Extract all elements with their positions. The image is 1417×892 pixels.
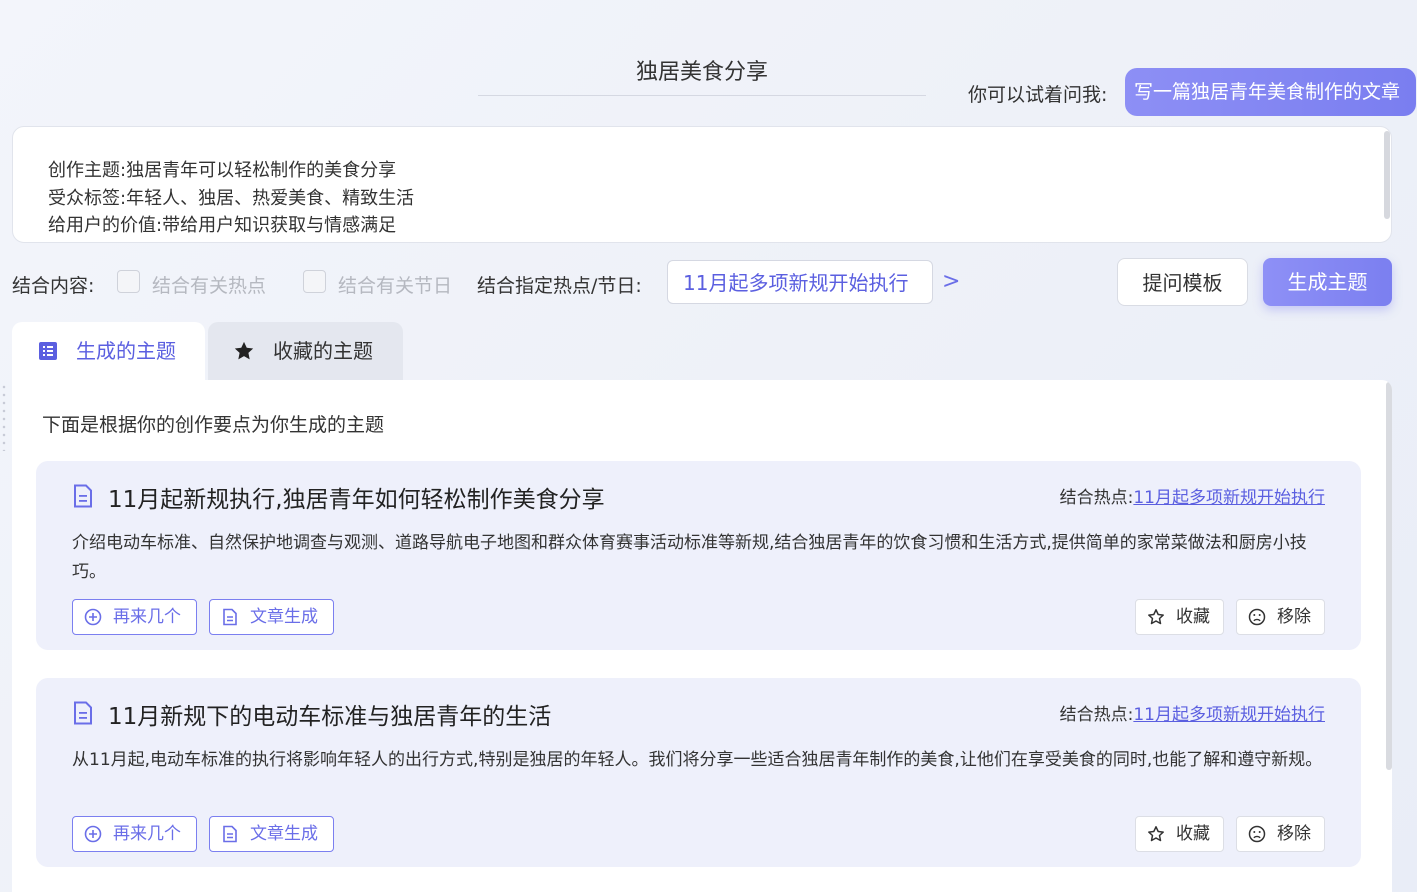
topic-card-hot: 结合热点:11月起多项新规开始执行: [1060, 700, 1325, 725]
prompt-textarea[interactable]: 创作主题:独居青年可以轻松制作的美食分享 受众标签:年轻人、独居、热爱美食、精致…: [12, 126, 1392, 243]
panel-intro-text: 下面是根据你的创作要点为你生成的主题: [42, 414, 385, 436]
topic-card-hot-label: 结合热点:: [1059, 705, 1134, 725]
prompt-scrollbar[interactable]: [1384, 131, 1390, 219]
frown-icon: [1248, 825, 1266, 843]
remove-button[interactable]: 移除: [1236, 599, 1325, 635]
generate-article-label: 文章生成: [250, 824, 318, 844]
prompt-line-value: 给用户的价值:带给用户知识获取与情感满足: [48, 215, 397, 236]
topic-card-hot-link[interactable]: 11月起多项新规开始执行: [1133, 705, 1325, 725]
plus-circle-icon: [84, 608, 102, 626]
favorite-button[interactable]: 收藏: [1135, 816, 1224, 852]
generate-article-button[interactable]: 文章生成: [209, 816, 334, 852]
ask-suggestion-button[interactable]: 写一篇独居青年美食制作的文章: [1125, 68, 1416, 116]
more-topics-label: 再来几个: [113, 607, 181, 627]
tab-generated-topics[interactable]: 生成的主题: [12, 322, 205, 380]
star-outline-icon: [1148, 826, 1164, 842]
topic-card-description: 从11月起,电动车标准的执行将影响年轻人的出行方式,特别是独居的年轻人。我们将分…: [72, 750, 1323, 770]
ask-label: 你可以试着问我:: [968, 84, 1108, 106]
generate-article-label: 文章生成: [250, 607, 318, 627]
favorite-button[interactable]: 收藏: [1135, 599, 1224, 635]
generate-topic-button[interactable]: 生成主题: [1263, 258, 1392, 306]
related-hot-checkbox[interactable]: [117, 270, 140, 293]
remove-label: 移除: [1277, 607, 1311, 627]
tab-favorite-label: 收藏的主题: [273, 339, 373, 363]
tab-favorite-topics[interactable]: 收藏的主题: [208, 322, 403, 380]
chevron-right-icon[interactable]: >: [942, 269, 960, 294]
drag-handle-dots[interactable]: [2, 383, 6, 451]
template-button[interactable]: 提问模板: [1117, 258, 1248, 306]
topic-card-title: 11月新规下的电动车标准与独居青年的生活: [108, 704, 552, 730]
topic-card-hot-link[interactable]: 11月起多项新规开始执行: [1133, 488, 1325, 508]
list-icon: [39, 342, 57, 360]
options-label: 结合内容:: [12, 275, 95, 297]
tab-generated-label: 生成的主题: [76, 339, 176, 363]
topics-panel: 下面是根据你的创作要点为你生成的主题 11月起新规执行,独居青年如何轻松制作美食…: [12, 380, 1392, 892]
remove-button[interactable]: 移除: [1236, 816, 1325, 852]
star-filled-icon: [234, 341, 254, 360]
topic-card-description: 介绍电动车标准、自然保护地调查与观测、道路导航电子地图和群众体育赛事活动标准等新…: [72, 533, 1307, 582]
topic-title[interactable]: 独居美食分享: [478, 52, 926, 96]
generate-article-button[interactable]: 文章生成: [209, 599, 334, 635]
plus-circle-icon: [84, 825, 102, 843]
document-icon: [223, 608, 237, 626]
panel-scrollbar[interactable]: [1386, 382, 1392, 770]
prompt-line-topic: 创作主题:独居青年可以轻松制作的美食分享: [48, 160, 397, 181]
prompt-line-audience: 受众标签:年轻人、独居、热爱美食、精致生活: [48, 187, 415, 209]
specified-hot-input[interactable]: 11月起多项新规开始执行: [667, 260, 933, 304]
document-icon: [74, 484, 92, 508]
topic-card-hot-label: 结合热点:: [1059, 488, 1134, 508]
related-hot-label: 结合有关热点: [152, 275, 267, 297]
topic-card: 11月新规下的电动车标准与独居青年的生活 结合热点:11月起多项新规开始执行 从…: [36, 678, 1361, 867]
more-topics-label: 再来几个: [113, 824, 181, 844]
star-outline-icon: [1148, 609, 1164, 625]
favorite-label: 收藏: [1176, 607, 1210, 627]
specified-hot-label: 结合指定热点/节日:: [477, 275, 642, 297]
more-topics-button[interactable]: 再来几个: [72, 599, 197, 635]
related-holiday-label: 结合有关节日: [338, 275, 453, 297]
favorite-label: 收藏: [1176, 824, 1210, 844]
more-topics-button[interactable]: 再来几个: [72, 816, 197, 852]
topic-card: 11月起新规执行,独居青年如何轻松制作美食分享 结合热点:11月起多项新规开始执…: [36, 461, 1361, 650]
topic-card-title: 11月起新规执行,独居青年如何轻松制作美食分享: [108, 487, 605, 513]
document-icon: [74, 701, 92, 725]
related-holiday-checkbox[interactable]: [303, 270, 326, 293]
topic-card-hot: 结合热点:11月起多项新规开始执行: [1060, 483, 1325, 508]
remove-label: 移除: [1277, 824, 1311, 844]
frown-icon: [1248, 608, 1266, 626]
document-icon: [223, 825, 237, 843]
